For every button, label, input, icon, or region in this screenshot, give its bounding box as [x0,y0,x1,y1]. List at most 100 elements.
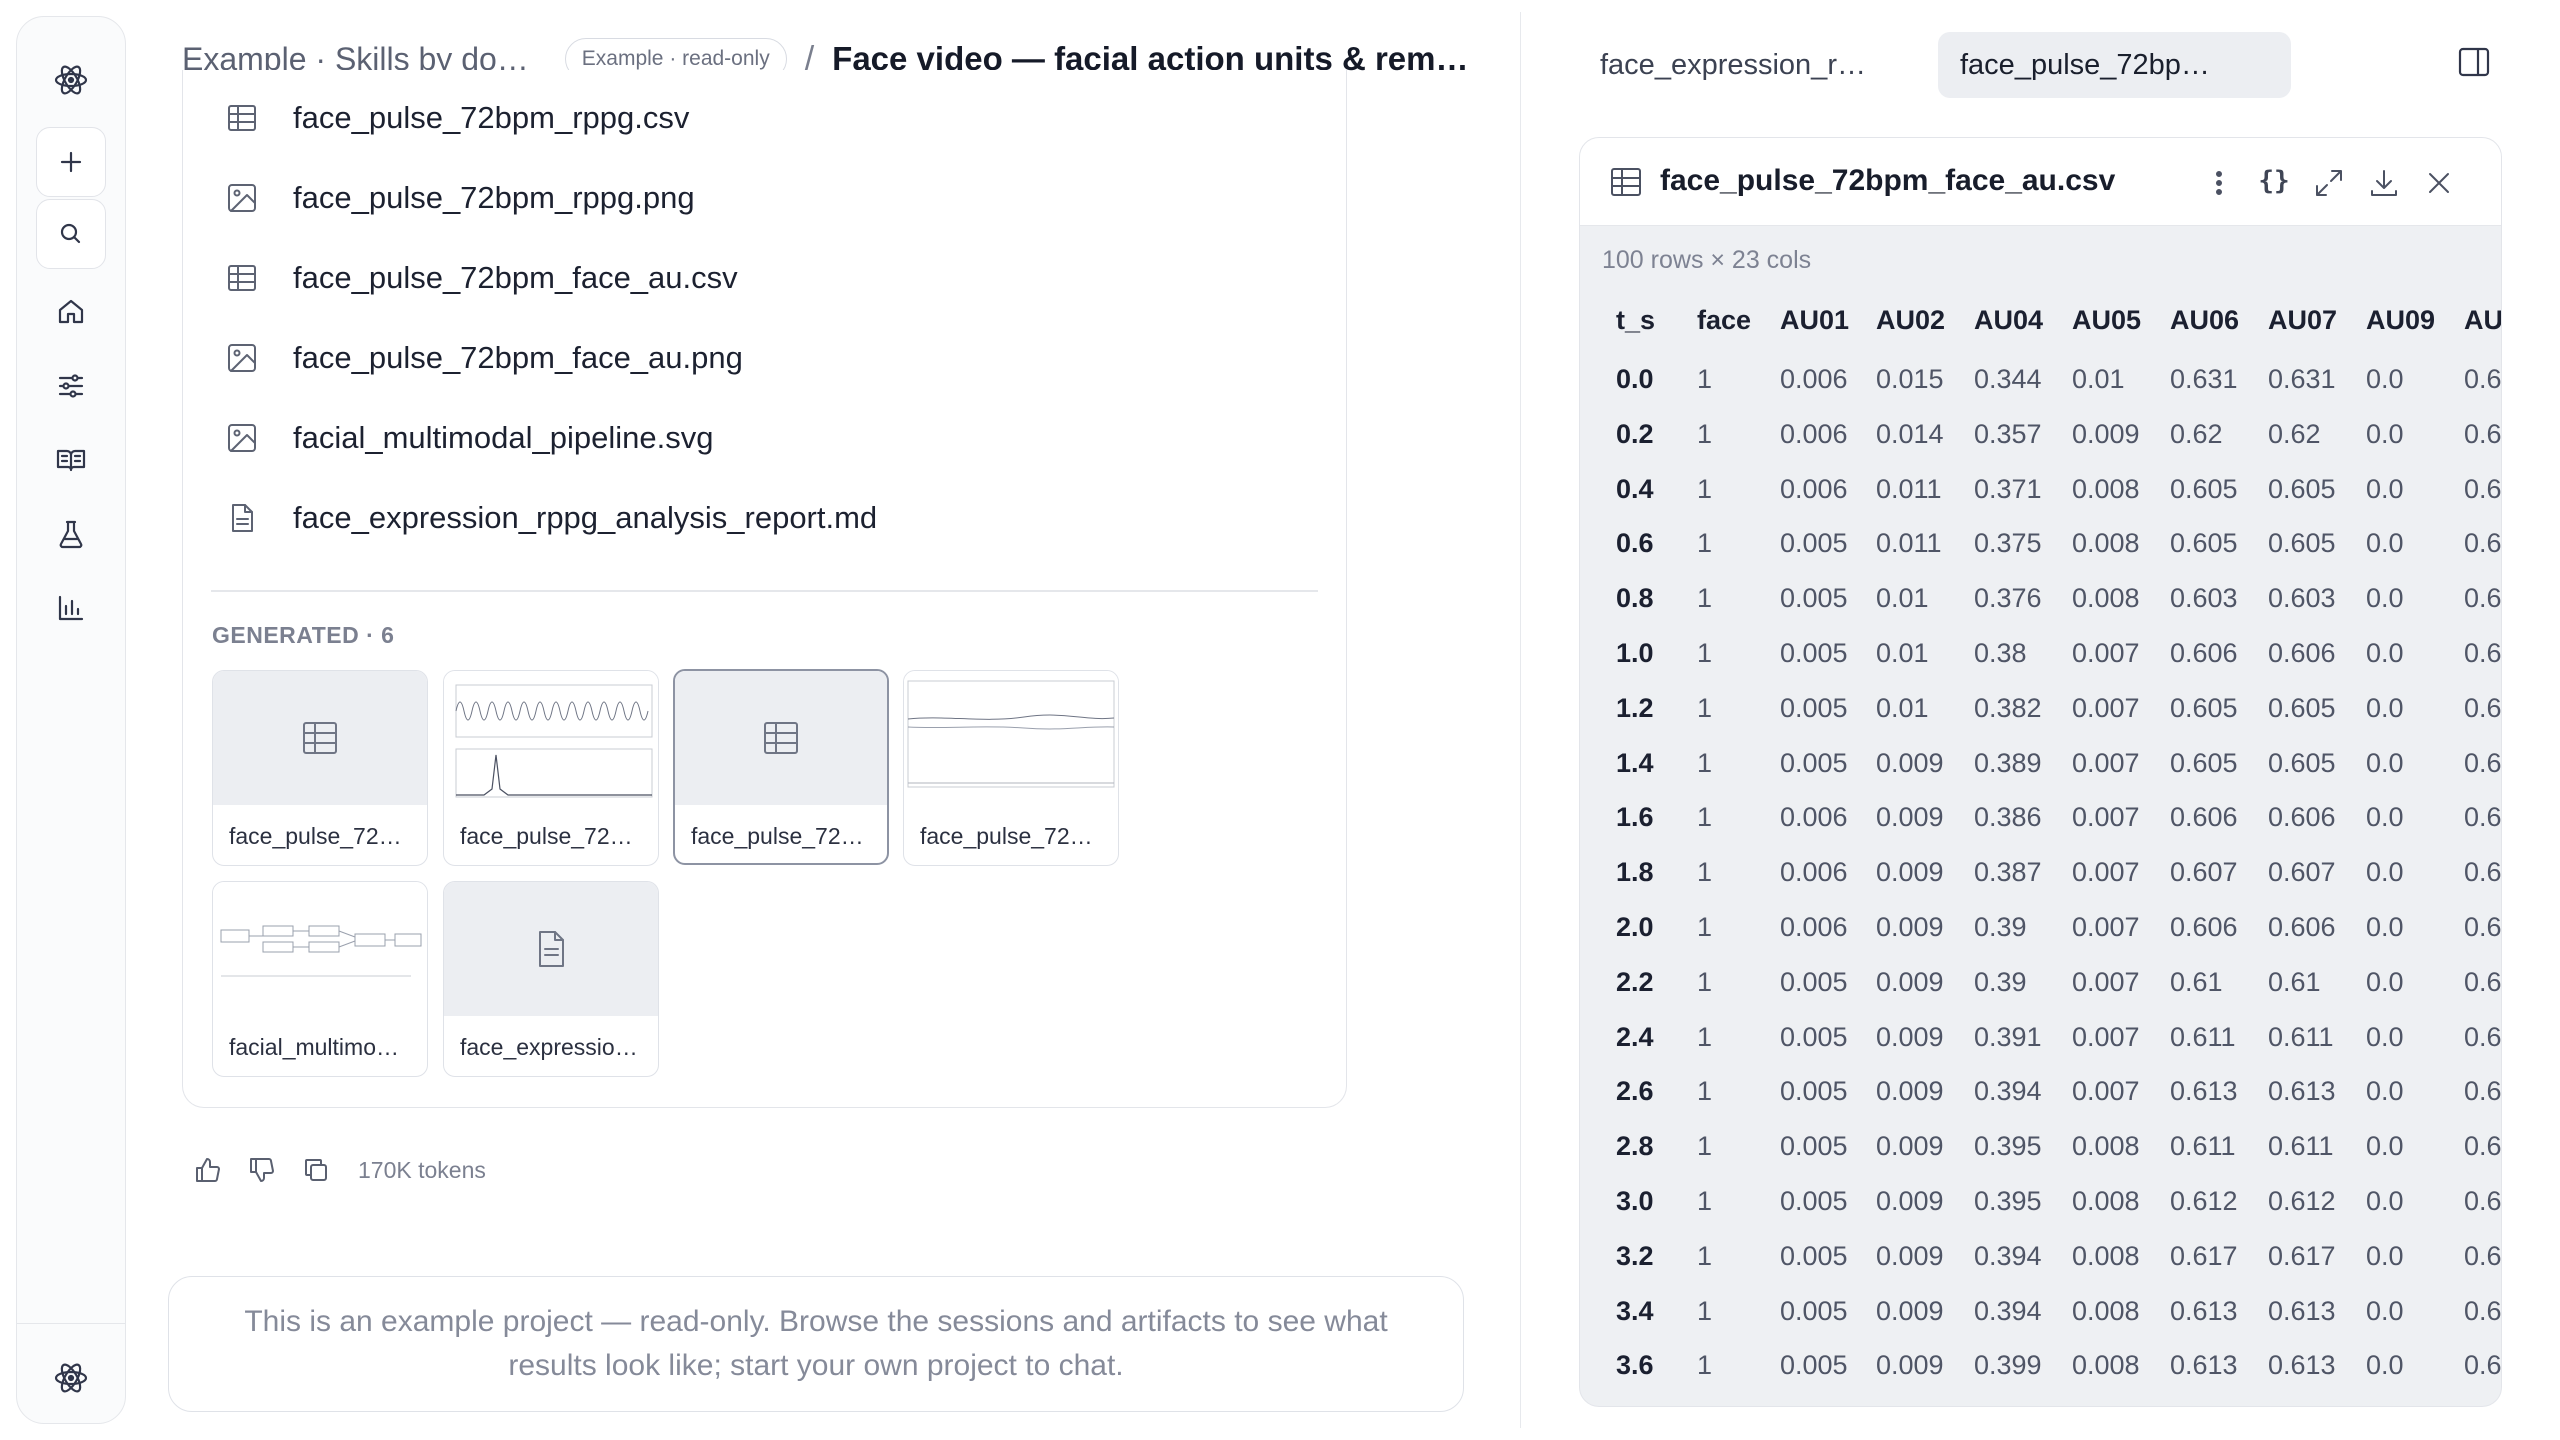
table-cell: 0.008 [2072,583,2140,614]
table-dimensions: 100 rows × 23 cols [1602,246,1812,274]
atom-footer-icon[interactable] [36,1343,106,1413]
file-item[interactable]: face_expression_rppg_analysis_report.md [225,488,877,548]
library-button[interactable] [36,425,106,495]
table-cell: 0.006 [1780,418,1848,449]
table-row: 1.0 1 0.005 0.01 0.38 0.007 0.606 0.606 0.0 0.6 [1580,630,2501,684]
table-cell: 0.005 [1780,966,1848,997]
table-cell: 0.611 [2268,1021,2334,1052]
file-item[interactable]: face_pulse_72bpm_rppg.png [225,168,695,228]
table-cell: 0.6 [2464,1350,2502,1381]
table-cell: 0.009 [2072,418,2140,449]
table-cell: 0.6 [2464,1131,2502,1162]
experiments-button[interactable] [36,499,106,569]
column-header[interactable]: AU02 [1876,305,1945,336]
table-cell: 0.6 [2464,1021,2502,1052]
file-item[interactable]: facial_multimodal_pipeline.svg [225,408,713,468]
close-button[interactable] [2422,166,2456,200]
file-name: face_pulse_72bpm_rppg.png [293,180,695,215]
analytics-button[interactable] [36,573,106,643]
table-cell: 1 [1697,1186,1713,1216]
table-cell: 0.612 [2170,1186,2238,1216]
table-cell: 0.6 [2464,364,2502,394]
file-item[interactable]: face_pulse_72bpm_face_au.png [225,328,743,388]
file-item[interactable]: face_pulse_72bpm_face_au.csv [225,248,738,308]
table-row: 2.2 1 0.005 0.009 0.39 0.007 0.61 0.61 0.0 0.6 [1580,959,2502,1013]
json-view-button[interactable]: {} [2257,164,2291,198]
table-cell: 0.613 [2268,1295,2336,1326]
plus-icon [60,151,82,173]
table-cell: 0.605 [2170,747,2238,778]
atom-logo-icon[interactable] [36,45,106,115]
table-cell: 1 [1697,802,1713,833]
table-cell: 2.4 [1616,1021,1654,1052]
table-cell: 0.6 [2464,528,2502,559]
tab-face-pulse[interactable]: face_pulse_72bp… [1938,32,2291,98]
table-row: 0.6 1 0.005 0.011 0.375 0.008 0.605 0.605 0.0 0.6 [1580,520,2502,574]
column-header[interactable]: AU04 [1974,305,2043,336]
thumbs-down-icon [250,1158,274,1182]
table-cell: 0.606 [2268,912,2336,942]
table-cell: 1 [1697,1350,1713,1381]
table-cell: 0.0 [2366,692,2404,723]
thumbs-down-button[interactable] [244,1152,280,1188]
artifact-thumbnail[interactable]: facial_multimo… [212,881,428,1077]
table-cell: 0.6 [2464,857,2502,888]
artifact-thumbnail[interactable]: face_pulse_72… [212,670,428,866]
thumbs-up-icon [196,1158,220,1182]
file-item[interactable]: face_pulse_72bpm_rppg.csv [225,88,689,148]
new-project-button[interactable] [36,127,106,197]
table-row: 2.8 1 0.005 0.009 0.395 0.008 0.611 0.611 0.0 0.6 [1580,1123,2502,1177]
table-cell: 0.008 [2072,1240,2140,1271]
table-cell: 0.606 [2268,638,2336,668]
copy-button[interactable] [298,1152,334,1188]
table-cell: 1.2 [1616,692,1654,723]
table-cell: 0.008 [2072,1295,2140,1326]
table-cell: 0.009 [1876,1350,1944,1381]
table-cell: 0.6 [2464,1240,2502,1271]
table-cell: 1 [1697,966,1713,997]
token-count: 170K tokens [358,1156,486,1183]
table-cell: 0.344 [1974,364,2042,394]
pipeline-diagram-preview [213,882,427,1016]
table-cell: 0.005 [1780,1350,1848,1381]
home-button[interactable] [36,277,106,347]
column-header[interactable]: AU07 [2268,305,2337,336]
search-button[interactable] [36,199,106,269]
panel-toggle-button[interactable] [2456,44,2496,84]
column-header[interactable]: AU05 [2072,305,2141,336]
thumbs-up-button[interactable] [190,1152,226,1188]
column-header[interactable]: t_s [1616,305,1655,336]
thumbnail-name: face_pulse_72… [460,823,633,849]
column-header[interactable]: AU [2464,305,2501,336]
search-icon [60,223,81,244]
table-cell: 0.01 [2072,364,2125,394]
tab-face-expression[interactable]: face_expression_r… [1578,32,1888,98]
sidebar-toggle-icon [2458,47,2490,77]
artifact-thumbnail[interactable]: face_expressio… [443,881,659,1077]
artifact-thumbnail[interactable]: face_pulse_72… [903,670,1119,866]
table-cell: 1 [1697,638,1713,668]
column-header[interactable]: AU01 [1780,305,1849,336]
table-cell: 0.617 [2268,1240,2336,1271]
section-divider [211,590,1318,592]
panel-divider [1520,12,1521,1428]
more-options-button[interactable] [2202,166,2236,200]
settings-button[interactable] [36,351,106,421]
table-cell: 0.395 [1974,1131,2042,1162]
table-cell: 3.2 [1616,1240,1654,1271]
table-row: 2.6 1 0.005 0.009 0.394 0.007 0.613 0.613 0.0 0.6 [1580,1068,2501,1122]
table-row: 3.2 1 0.005 0.009 0.394 0.008 0.617 0.617 0.0 0.6 [1580,1233,2502,1287]
artifact-thumbnail-selected[interactable]: face_pulse_72… [673,669,889,865]
download-button[interactable] [2367,166,2401,200]
column-header[interactable]: face [1697,305,1751,336]
expand-button[interactable] [2312,166,2346,200]
table-cell: 0.394 [1974,1240,2042,1271]
table-cell: 1 [1697,692,1713,723]
table-cell: 0.387 [1974,857,2042,888]
table-cell: 0.6 [2464,966,2502,997]
table-cell: 0.605 [2170,473,2238,504]
column-header[interactable]: AU09 [2366,305,2435,336]
table-cell: 2.8 [1616,1131,1654,1162]
column-header[interactable]: AU06 [2170,305,2239,336]
artifact-thumbnail[interactable]: face_pulse_72… [443,670,659,866]
